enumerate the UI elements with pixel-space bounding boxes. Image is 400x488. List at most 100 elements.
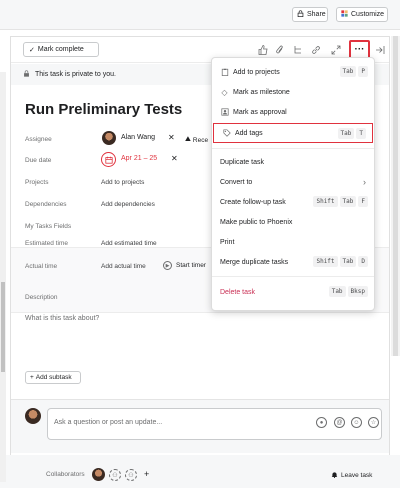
more-actions-menu: Add to projects Tab P ◇ Mark as milestone… (211, 57, 375, 311)
close-pane-icon[interactable] (373, 43, 386, 56)
due-date-value[interactable]: Apr 21 – 25 (121, 155, 157, 162)
mention-icon[interactable]: @ (334, 417, 345, 428)
recent-label: Rece (192, 136, 209, 144)
start-timer-button[interactable]: ▶ Start timer (163, 261, 206, 270)
menu-item-label: Duplicate task (220, 158, 264, 166)
description-label: Description (25, 294, 58, 301)
projects-label: Projects (25, 179, 49, 186)
scrollbar[interactable] (0, 72, 6, 482)
menu-item-label: Make public to Phoenix (220, 218, 293, 226)
my-tasks-fields-label: My Tasks Fields (25, 223, 72, 230)
add-collaborator-icon[interactable]: + (144, 469, 149, 479)
assignee-name[interactable]: Alan Wang (121, 134, 155, 141)
comment-placeholder: Ask a question or post an update... (54, 419, 163, 426)
link-icon[interactable] (309, 43, 322, 56)
user-placeholder-icon[interactable]: ⚇ (109, 469, 121, 481)
share-button[interactable]: Share (292, 7, 328, 22)
expand-icon[interactable] (329, 43, 342, 56)
add-to-projects-link[interactable]: Add to projects (101, 179, 144, 186)
menu-item-label: Add tags (235, 129, 263, 137)
scrollbar[interactable] (391, 36, 400, 356)
calendar-icon[interactable] (101, 152, 116, 167)
menu-divider (212, 276, 374, 277)
share-label: Share (307, 11, 326, 18)
menu-item-label: Add to projects (233, 68, 280, 76)
menu-item-add-to-projects[interactable]: Add to projects Tab P (212, 62, 374, 82)
clipboard-icon (220, 68, 229, 77)
mark-complete-label: Mark complete (37, 46, 84, 53)
menu-item-label: Print (220, 238, 235, 246)
add-estimated-time-link[interactable]: Add estimated time (101, 240, 157, 247)
menu-item-label: Delete task (220, 288, 256, 296)
collaborators-label: Collaborators (46, 471, 85, 478)
add-subtask-button[interactable]: + Add subtask (25, 371, 81, 384)
dependencies-label: Dependencies (25, 201, 67, 208)
customize-label: Customize (351, 11, 385, 18)
private-notice-text: This task is private to you. (35, 71, 116, 78)
star-icon[interactable]: ☆ (368, 417, 379, 428)
task-title[interactable]: Run Preliminary Tests (25, 101, 182, 118)
assignee-label: Assignee (25, 136, 52, 143)
like-icon[interactable] (256, 43, 269, 56)
record-icon[interactable]: ● (316, 417, 327, 428)
menu-item-label: Mark as milestone (233, 88, 290, 96)
shortcut-keys: Shift Tab F (313, 196, 368, 207)
mark-complete-button[interactable]: ✓ Mark complete (23, 42, 99, 57)
actual-time-label: Actual time (25, 263, 58, 270)
menu-item-merge-duplicate-tasks[interactable]: Merge duplicate tasks Shift Tab D (212, 252, 374, 272)
tag-icon (222, 129, 231, 138)
add-actual-time-link[interactable]: Add actual time (101, 263, 146, 270)
check-icon: ✓ (29, 46, 35, 54)
menu-item-print[interactable]: Print (212, 232, 374, 252)
subtask-icon[interactable] (291, 43, 304, 56)
lock-icon (23, 70, 30, 79)
lock-icon (297, 10, 304, 19)
leave-task-label: Leave task (341, 472, 373, 479)
bell-icon (331, 471, 338, 480)
menu-item-mark-as-approval[interactable]: Mark as approval (212, 102, 374, 122)
emoji-icon[interactable]: ☺ (351, 417, 362, 428)
comment-area: Ask a question or post an update... ● @ … (11, 399, 389, 453)
menu-item-duplicate-task[interactable]: Duplicate task (212, 152, 374, 172)
remove-assignee-icon[interactable]: ✕ (168, 133, 175, 142)
customize-button[interactable]: Customize (336, 7, 388, 22)
menu-item-make-public[interactable]: Make public to Phoenix (212, 212, 374, 232)
menu-divider (212, 148, 374, 149)
add-dependencies-link[interactable]: Add dependencies (101, 201, 155, 208)
menu-item-mark-as-milestone[interactable]: ◇ Mark as milestone (212, 82, 374, 102)
avatar[interactable] (102, 131, 116, 145)
top-header-bar: Share Customize (0, 0, 400, 30)
shortcut-keys: Shift Tab D (313, 256, 368, 267)
menu-item-add-tags[interactable]: Add tags Tab T (213, 123, 373, 143)
leave-task-button[interactable]: Leave task (331, 471, 372, 480)
menu-item-label: Convert to (220, 178, 253, 186)
play-icon: ▶ (163, 261, 172, 270)
diamond-icon: ◇ (221, 87, 228, 97)
menu-item-label: Mark as approval (233, 108, 287, 116)
approval-icon (220, 108, 229, 117)
shortcut-keys: Tab T (337, 128, 366, 139)
shortcut-keys: Tab Bksp (328, 286, 368, 297)
avatar (25, 408, 41, 424)
menu-item-label: Create follow-up task (220, 198, 286, 206)
clear-due-date-icon[interactable]: ✕ (171, 154, 178, 163)
description-input[interactable]: What is this task about? (25, 315, 99, 322)
menu-item-create-follow-up-task[interactable]: Create follow-up task Shift Tab F (212, 192, 374, 212)
estimated-time-label: Estimated time (25, 240, 68, 247)
recent-projects[interactable]: ⛰ Rece (185, 136, 208, 144)
shortcut-keys: Tab P (339, 66, 368, 77)
user-placeholder-icon[interactable]: ⚇ (125, 469, 137, 481)
due-date-label: Due date (25, 157, 52, 164)
customize-icon (341, 10, 348, 19)
recent-icon: ⛰ (185, 136, 191, 143)
attachment-icon[interactable] (273, 43, 286, 56)
chevron-right-icon: › (363, 177, 366, 187)
comment-input[interactable]: Ask a question or post an update... ● @ … (47, 408, 382, 440)
menu-item-convert-to[interactable]: Convert to › (212, 172, 374, 192)
plus-icon: + (30, 374, 34, 381)
start-timer-label: Start timer (176, 262, 206, 269)
avatar[interactable] (92, 468, 105, 481)
menu-item-delete-task[interactable]: Delete task Tab Bksp (212, 282, 374, 302)
add-subtask-label: Add subtask (35, 374, 72, 381)
ellipsis-icon: ··· (354, 44, 365, 55)
